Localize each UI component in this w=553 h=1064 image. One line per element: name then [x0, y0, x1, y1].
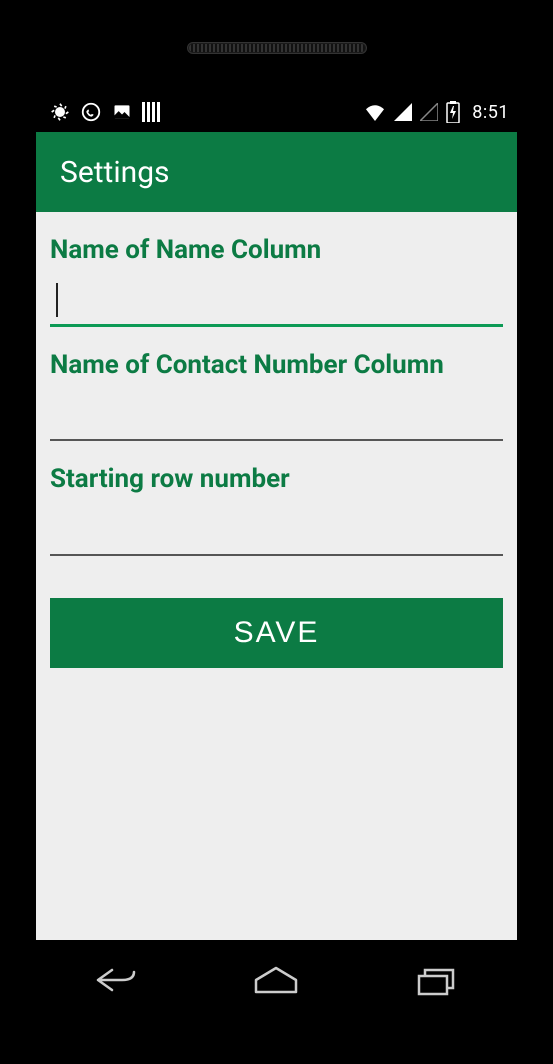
- app-content: Name of Name Column Name of Contact Numb…: [36, 212, 517, 940]
- screen: 8:51 Settings Name of Name Column Name o…: [36, 92, 517, 940]
- back-button[interactable]: [84, 960, 148, 1000]
- signal1-icon: [394, 103, 412, 121]
- image-icon: [112, 102, 132, 122]
- input-wrapper-name-column: [50, 275, 503, 327]
- label-starting-row: Starting row number: [50, 463, 503, 496]
- status-left: [44, 101, 160, 123]
- status-right: 8:51: [364, 101, 509, 123]
- home-button[interactable]: [244, 960, 308, 1000]
- field-group-starting-row: Starting row number: [50, 463, 503, 556]
- input-contact-column[interactable]: [50, 389, 503, 441]
- field-group-contact-column: Name of Contact Number Column: [50, 349, 503, 442]
- input-name-column[interactable]: [50, 275, 503, 327]
- page-title: Settings: [60, 155, 170, 190]
- app-header: Settings: [36, 132, 517, 212]
- field-group-name-column: Name of Name Column: [50, 234, 503, 327]
- label-name-column: Name of Name Column: [50, 234, 503, 267]
- phone-frame: 8:51 Settings Name of Name Column Name o…: [0, 0, 553, 1064]
- bars-icon: [142, 102, 160, 122]
- wifi-icon: [364, 103, 386, 121]
- signal2-icon: [420, 103, 438, 121]
- recent-button[interactable]: [405, 960, 469, 1000]
- whatsapp-icon: [80, 101, 102, 123]
- label-contact-column: Name of Contact Number Column: [50, 349, 503, 382]
- nav-bar: [36, 944, 517, 1016]
- input-starting-row[interactable]: [50, 504, 503, 556]
- dnd-icon: [50, 102, 70, 122]
- phone-speaker: [187, 42, 367, 54]
- save-button[interactable]: SAVE: [50, 598, 503, 668]
- status-bar: 8:51: [36, 92, 517, 132]
- clock: 8:51: [472, 102, 509, 123]
- battery-icon: [446, 101, 460, 123]
